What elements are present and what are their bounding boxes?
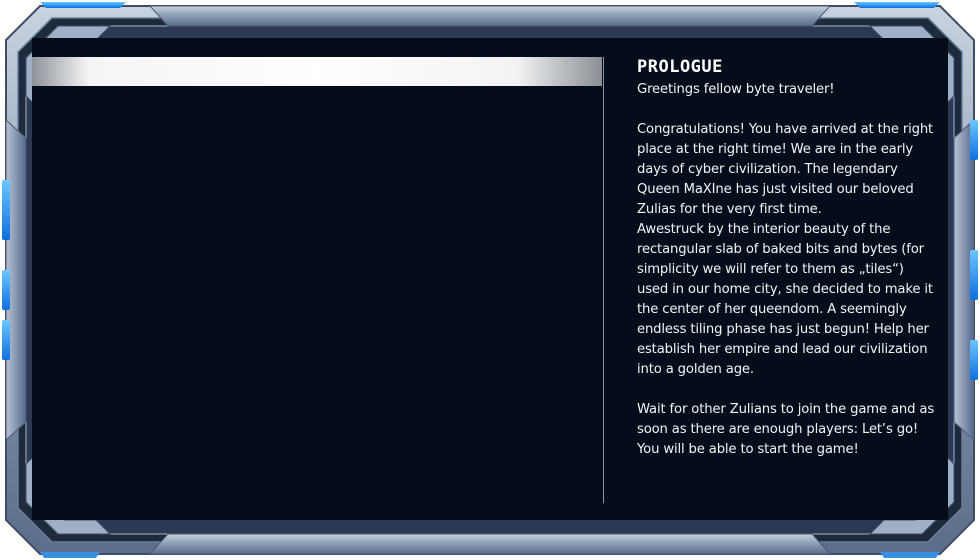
prologue-paragraph-4: You will be able to start the game! xyxy=(637,442,859,457)
prologue-paragraph-1: Congratulations! You have arrived at the… xyxy=(637,122,934,217)
prologue-paragraph-3: Wait for other Zulians to join the game … xyxy=(637,402,935,437)
prologue-greeting: Greetings fellow byte traveler! xyxy=(637,82,835,97)
prologue-title: Prologue xyxy=(637,57,723,77)
prologue-panel: Prologue Greetings fellow byte traveler!… xyxy=(637,58,937,460)
panel-divider xyxy=(603,57,604,503)
header-light-bar xyxy=(32,57,602,86)
prologue-paragraph-2: Awestruck by the interior beauty of the … xyxy=(637,222,933,377)
